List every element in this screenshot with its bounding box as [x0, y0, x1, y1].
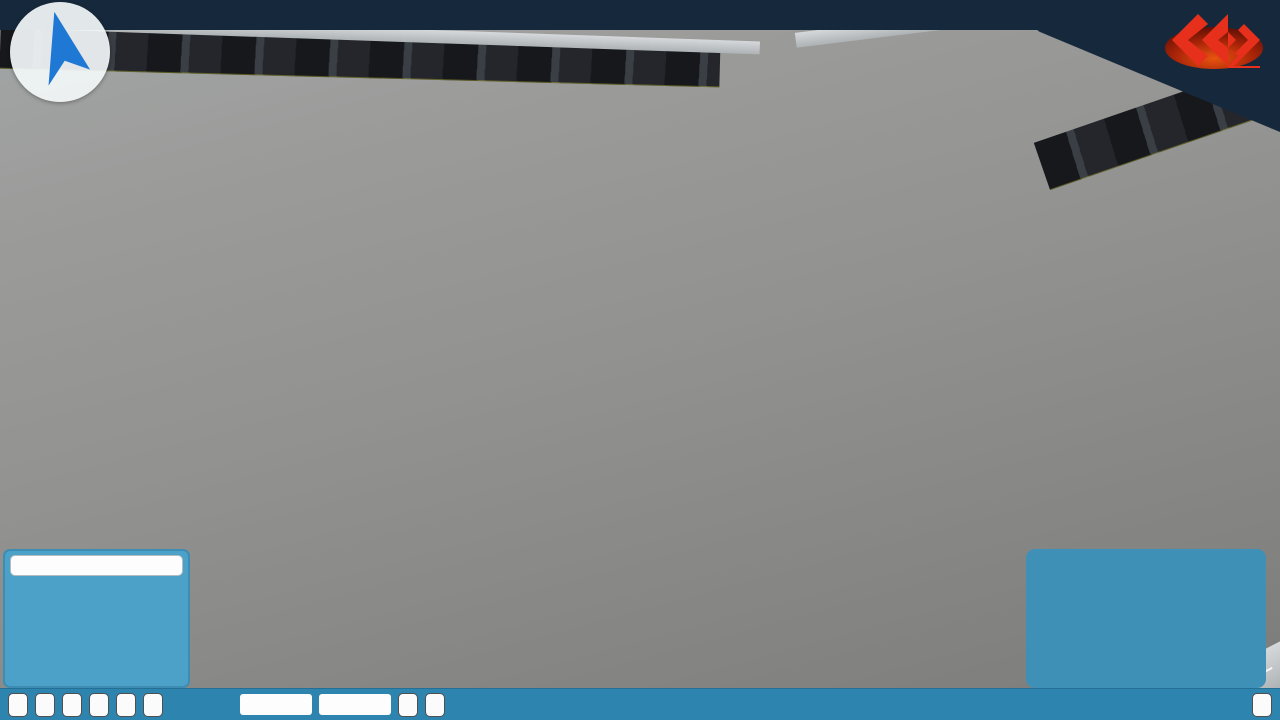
refresh-button[interactable] [8, 693, 28, 717]
phase4-button[interactable] [143, 693, 163, 717]
coord-enter-input-1[interactable] [240, 694, 312, 715]
phase4-locate-button[interactable] [425, 693, 445, 717]
keyboard-mouse-mode-button[interactable] [35, 693, 55, 717]
company-logo [1162, 10, 1266, 80]
exit-button[interactable] [1252, 693, 1272, 717]
phase1-button[interactable] [89, 693, 109, 717]
compass-arrow-icon [10, 2, 110, 102]
pile-search-keypad [3, 549, 190, 688]
compass-widget[interactable] [10, 2, 110, 102]
coal-yard-3d-view[interactable] [0, 0, 1280, 720]
pile-info-panel [1026, 549, 1266, 688]
mouse-mode-button[interactable] [62, 693, 82, 717]
keypad-display-input[interactable] [10, 555, 183, 576]
pile-info-grid [1034, 559, 1234, 580]
locate-button[interactable] [398, 693, 418, 717]
coord-enter-input-2[interactable] [319, 694, 391, 715]
bottom-toolbar [0, 688, 1280, 720]
phase2-button[interactable] [116, 693, 136, 717]
